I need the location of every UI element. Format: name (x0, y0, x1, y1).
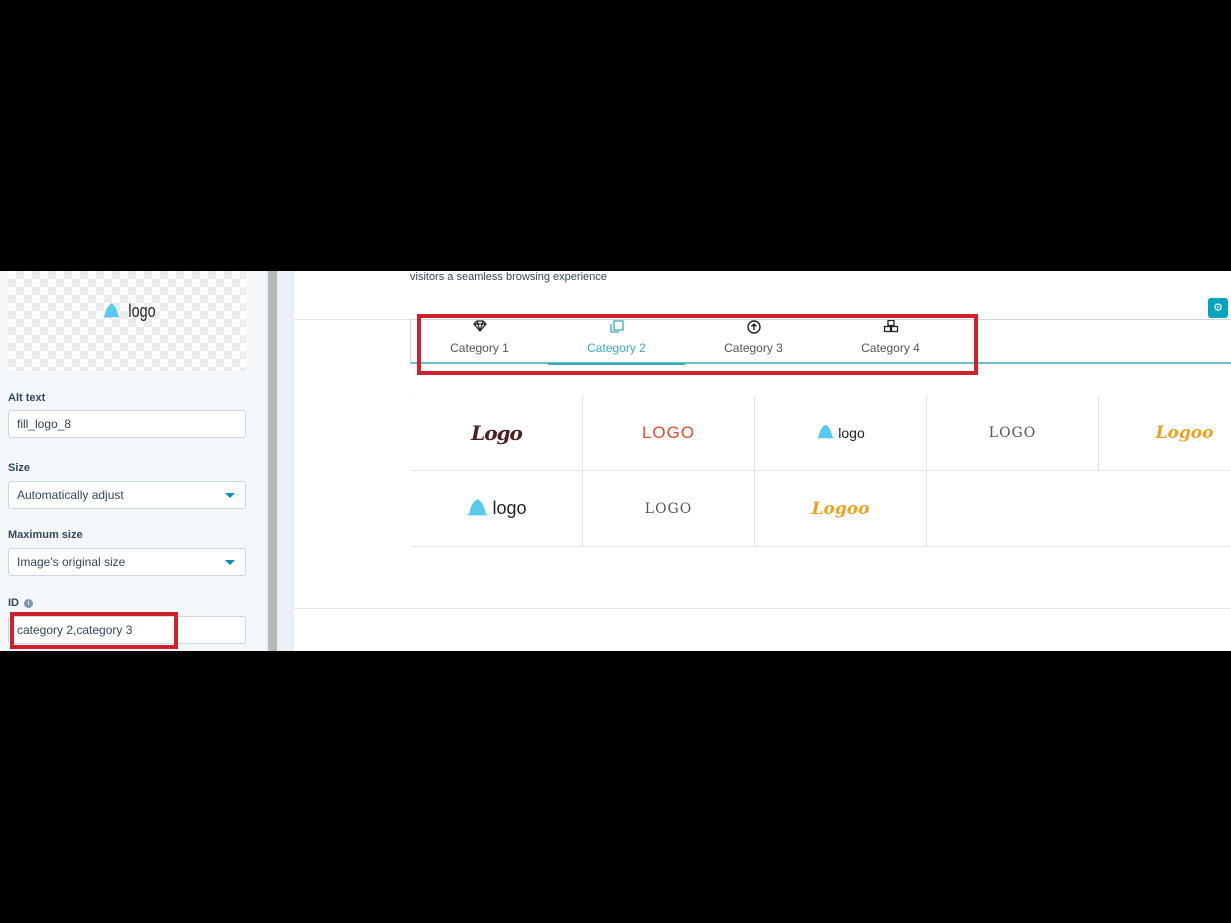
id-label-text: ID (8, 597, 19, 609)
logo-text: Logo (471, 420, 523, 445)
info-icon[interactable]: i (24, 599, 33, 608)
empty-cell (927, 471, 1231, 547)
screenshot-frame: logo Alt text fill_logo_8 Size Automatic… (0, 271, 1231, 651)
logo-cell[interactable]: Logoo (1099, 395, 1231, 471)
size-value: Automatically adjust (17, 488, 124, 502)
page-canvas: visitors a seamless browsing experience … (294, 271, 1231, 651)
logo-cell[interactable]: Logoo (755, 471, 927, 547)
bell-logo-icon (817, 424, 835, 439)
logo-text: logo (492, 498, 527, 518)
id-highlight-box (10, 612, 178, 649)
logo-cell[interactable]: LOGO (583, 395, 755, 471)
alt-text-label: Alt text (8, 392, 46, 404)
logo-text: logo (838, 424, 865, 441)
bell-logo-icon (467, 499, 489, 516)
max-size-value: Image's original size (17, 555, 126, 569)
logo-text: LOGO (644, 500, 693, 517)
size-select[interactable]: Automatically adjust (8, 481, 246, 509)
preview-logo-text: logo (128, 301, 156, 321)
module-edit-icon[interactable]: ⚙ (1208, 298, 1228, 318)
tabs-highlight-box (417, 314, 978, 375)
image-preview[interactable]: logo (8, 271, 246, 371)
logo-text: Logoo (811, 498, 870, 519)
logo-text: Logoo (1155, 422, 1214, 443)
bell-logo-icon (102, 303, 121, 318)
id-label: ID i (8, 597, 33, 609)
chevron-down-icon (225, 560, 235, 565)
panel-scrollbar[interactable] (266, 271, 294, 651)
logo-text: LOGO (641, 422, 696, 442)
chevron-down-icon (225, 493, 235, 498)
max-size-label: Maximum size (8, 529, 83, 541)
max-size-select[interactable]: Image's original size (8, 548, 246, 576)
intro-text: visitors a seamless browsing experience (410, 271, 607, 283)
logo-text: LOGO (988, 424, 1037, 441)
logo-grid: Logo LOGO logo LOGO Logoo logo LOGO Logo… (410, 394, 1231, 547)
logo-cell[interactable]: LOGO (583, 471, 755, 547)
logo-cell[interactable]: LOGO (927, 395, 1099, 471)
image-settings-panel: logo Alt text fill_logo_8 Size Automatic… (0, 271, 266, 651)
scrollbar-thumb[interactable] (268, 271, 277, 651)
logo-cell[interactable]: logo (411, 471, 583, 547)
alt-text-input[interactable]: fill_logo_8 (8, 410, 246, 438)
preview-logo: logo (102, 301, 159, 322)
size-label: Size (8, 462, 31, 474)
logo-cell[interactable]: logo (755, 395, 927, 471)
alt-text-value: fill_logo_8 (17, 417, 72, 431)
logo-cell[interactable]: Logo (411, 395, 583, 471)
